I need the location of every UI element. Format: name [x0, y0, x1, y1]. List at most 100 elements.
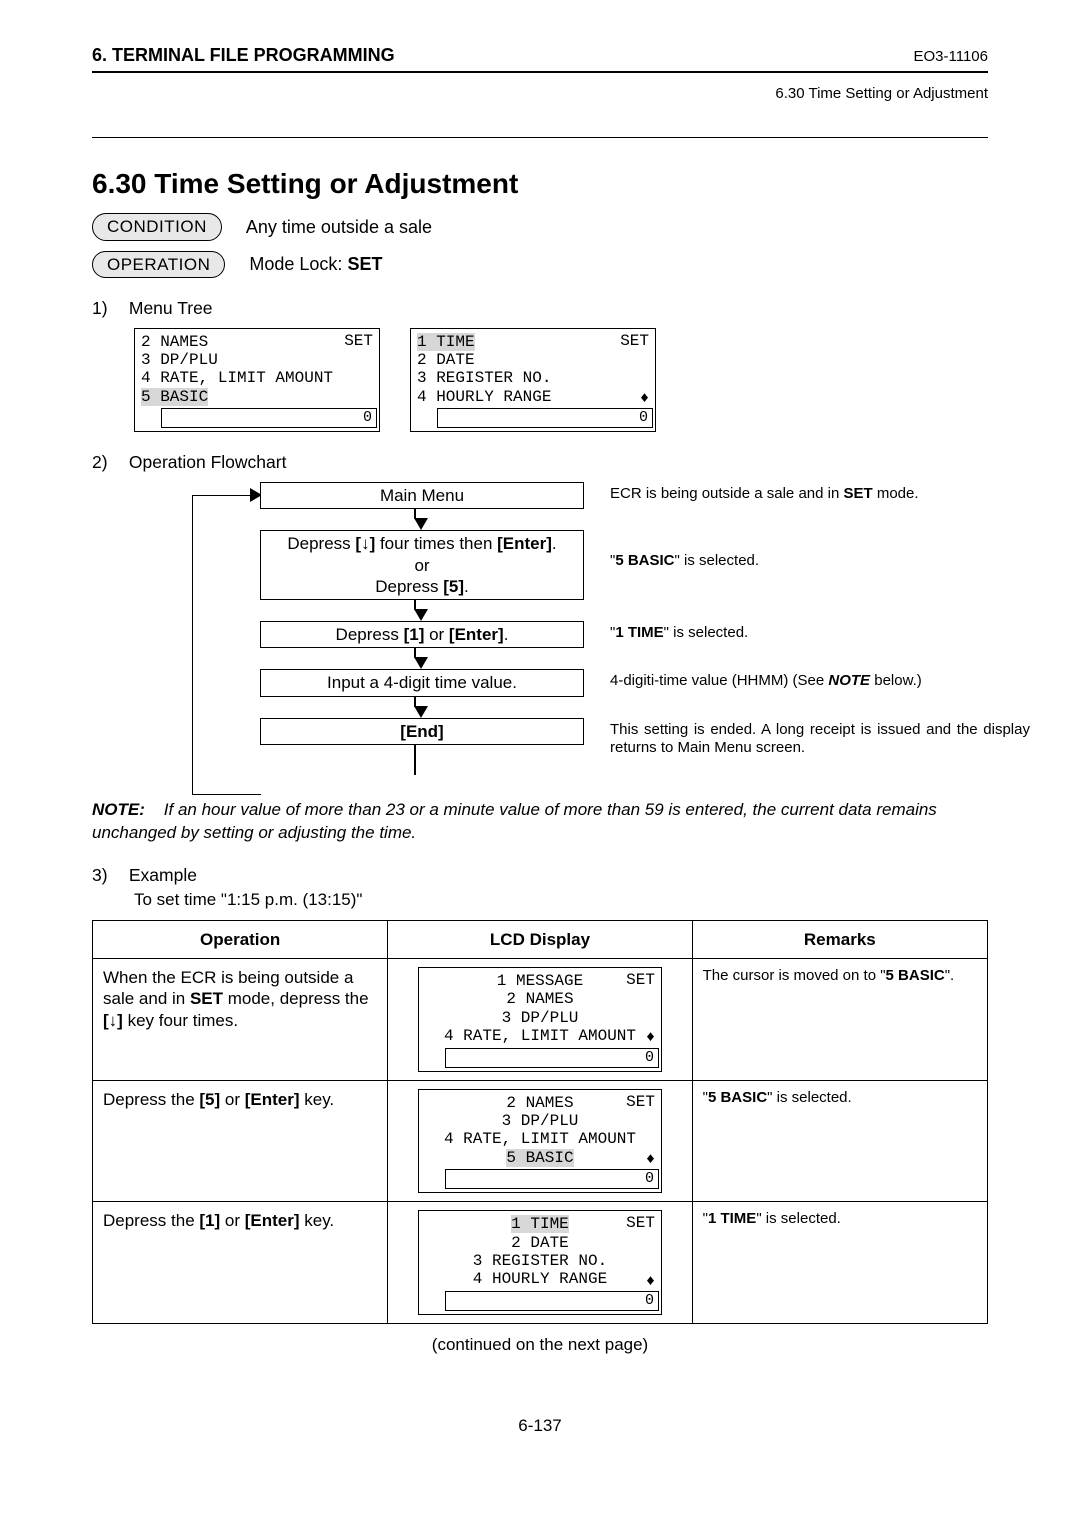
flow-box-text: . — [504, 625, 509, 644]
flow-box-text: or — [424, 625, 449, 644]
lcd-row: 4 RATE, LIMIT AMOUNT — [425, 1027, 655, 1045]
arrow-stem — [414, 745, 416, 775]
flow-box-bold: [Enter] — [449, 625, 504, 644]
menu-tree: SET 2 NAMES 3 DP/PLU 4 RATE, LIMIT AMOUN… — [134, 328, 988, 433]
down-arrow-glyph: ↓ — [109, 1011, 118, 1030]
flow-caption-text: mode. — [873, 485, 919, 502]
divider — [92, 137, 988, 138]
arrow-down-icon — [414, 518, 428, 530]
operation-text-pre: Mode Lock: — [249, 254, 347, 274]
rem-text: ". — [945, 967, 955, 984]
note-block: NOTE: If an hour value of more than 23 o… — [92, 799, 988, 845]
lcd-row: 2 DATE — [417, 351, 649, 369]
flow-caption-text: 4-digiti-time value (HHMM) (See — [610, 672, 828, 689]
cell-remarks: "1 TIME" is selected. — [692, 1202, 987, 1324]
flow-caption: "1 TIME" is selected. — [610, 624, 1030, 643]
col-lcd: LCD Display — [388, 920, 692, 958]
lcd-screen: SET 2 NAMES 3 DP/PLU 4 RATE, LIMIT AMOUN… — [418, 1089, 662, 1194]
lcd-row: 1 TIME — [417, 333, 649, 351]
subsection-1-title: Menu Tree — [129, 298, 213, 318]
arrow-down-icon — [414, 706, 428, 718]
flow-caption-bold: 5 BASIC — [615, 552, 674, 569]
lcd-row: 5 BASIC — [141, 388, 373, 406]
op-bold: [1] — [199, 1211, 220, 1230]
flow-caption-text: below.) — [870, 672, 922, 689]
page-number: 6-137 — [92, 1415, 988, 1436]
subsection-2-header: 2) Operation Flowchart — [92, 452, 988, 474]
lcd-row: 3 DP/PLU — [425, 1009, 655, 1027]
lcd-row: 4 RATE, LIMIT AMOUNT — [425, 1130, 655, 1148]
lcd-row: 3 DP/PLU — [141, 351, 373, 369]
subsection-1-header: 1) Menu Tree — [92, 298, 988, 320]
flow-box-main-menu: Main Menu — [260, 482, 584, 509]
flow-caption-bold: SET — [843, 485, 872, 502]
lcd-tag: SET — [626, 1093, 655, 1111]
arrow-down-icon — [414, 609, 428, 621]
subsection-3-title: Example — [129, 865, 197, 885]
lcd-row: 2 NAMES — [425, 990, 655, 1008]
rem-bold: 1 TIME — [708, 1210, 756, 1227]
col-operation: Operation — [93, 920, 388, 958]
op-bold: [5] — [199, 1090, 220, 1109]
down-arrow-glyph: ↓ — [361, 534, 370, 553]
subsection-2-title: Operation Flowchart — [129, 452, 287, 472]
lcd-scroll-icon: ♦ — [646, 1273, 655, 1290]
lcd-row: 2 NAMES — [141, 333, 373, 351]
flow-box-bold: [1] — [404, 625, 425, 644]
lcd-input: 0 — [161, 408, 377, 428]
lcd-screen: SET 1 MESSAGE 2 NAMES 3 DP/PLU 4 RATE, L… — [418, 967, 662, 1072]
op-text: key. — [300, 1090, 335, 1109]
lcd-scroll-icon: ♦ — [646, 1029, 655, 1046]
rem-text: " is selected. — [767, 1089, 852, 1106]
subsection-1-num: 1) — [92, 298, 124, 320]
flow-box-line: Depress [↓] four times then [Enter]. — [287, 533, 556, 554]
condition-badge: CONDITION — [92, 213, 222, 240]
subsection-2-num: 2) — [92, 452, 124, 474]
rem-bold: 5 BASIC — [708, 1089, 767, 1106]
flow-box-bold: [End] — [400, 722, 443, 741]
condition-text: Any time outside a sale — [246, 216, 432, 239]
lcd-tag: SET — [626, 971, 655, 989]
op-text: or — [220, 1090, 245, 1109]
cell-operation: When the ECR is being outside a sale and… — [93, 959, 388, 1081]
rem-bold: 5 BASIC — [886, 967, 945, 984]
lcd-row: 4 HOURLY RANGE — [425, 1270, 655, 1288]
cell-lcd: SET 1 MESSAGE 2 NAMES 3 DP/PLU 4 RATE, L… — [388, 959, 692, 1081]
lcd-row: 1 MESSAGE — [425, 972, 655, 990]
cell-lcd: SET 2 NAMES 3 DP/PLU 4 RATE, LIMIT AMOUN… — [388, 1080, 692, 1202]
section-title: 6.30 Time Setting or Adjustment — [92, 166, 988, 201]
subsection-3-subtitle: To set time "1:15 p.m. (13:15)" — [134, 889, 988, 910]
flow-box-input-time: Input a 4-digit time value. — [260, 669, 584, 696]
table-header-row: Operation LCD Display Remarks — [93, 920, 988, 958]
flow-box-select-basic: Depress [↓] four times then [Enter]. or … — [260, 530, 584, 600]
header-section-left: 6. TERMINAL FILE PROGRAMMING — [92, 44, 395, 67]
lcd-input: 0 — [445, 1169, 659, 1189]
lcd-screen: SET 1 TIME 2 DATE 3 REGISTER NO. 4 HOURL… — [418, 1210, 662, 1315]
arrow-down-icon — [414, 657, 428, 669]
lcd-menu-right: SET 1 TIME 2 DATE 3 REGISTER NO. 4 HOURL… — [410, 328, 656, 433]
lcd-scroll-icon: ♦ — [640, 390, 649, 407]
note-label: NOTE: — [92, 800, 145, 819]
lcd-row: 2 DATE — [425, 1234, 655, 1252]
lcd-input: 0 — [445, 1291, 659, 1311]
op-text: key. — [300, 1211, 335, 1230]
op-text: Depress the — [103, 1090, 199, 1109]
note-text: If an hour value of more than 23 or a mi… — [92, 800, 937, 842]
lcd-row: 3 REGISTER NO. — [417, 369, 649, 387]
cell-operation: Depress the [1] or [Enter] key. — [93, 1202, 388, 1324]
cell-remarks: The cursor is moved on to "5 BASIC". — [692, 959, 987, 1081]
op-text: or — [220, 1211, 245, 1230]
flow-caption: 4-digiti-time value (HHMM) (See NOTE bel… — [610, 672, 1030, 691]
operation-badge: OPERATION — [92, 251, 225, 278]
page-header: 6. TERMINAL FILE PROGRAMMING EO3-11106 — [92, 44, 988, 73]
rem-text: The cursor is moved on to " — [703, 967, 886, 984]
op-bold: [↓] — [103, 1011, 123, 1030]
flow-caption: "5 BASIC" is selected. — [610, 552, 1030, 571]
flow-caption: ECR is being outside a sale and in SET m… — [610, 485, 1030, 504]
subsection-3-header: 3) Example — [92, 865, 988, 887]
cell-remarks: "5 BASIC" is selected. — [692, 1080, 987, 1202]
op-bold: SET — [190, 989, 223, 1008]
op-text: key four times. — [123, 1011, 238, 1030]
operation-flowchart: Main Menu ECR is being outside a sale an… — [192, 482, 1012, 775]
condition-row: CONDITION Any time outside a sale — [92, 213, 988, 240]
